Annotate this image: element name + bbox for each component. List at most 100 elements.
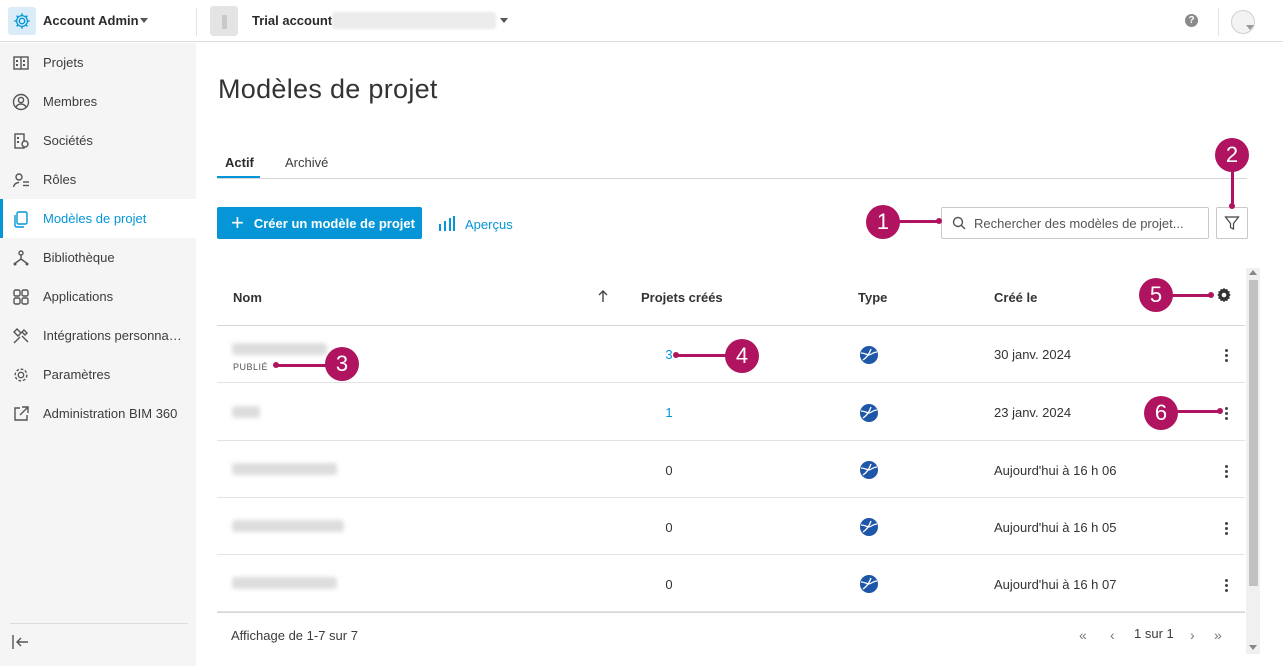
sidebar-item-label: Applications xyxy=(43,289,114,304)
plus-icon: + xyxy=(231,210,244,235)
apps-grid-icon xyxy=(11,287,31,307)
sidebar-item-label: Membres xyxy=(43,94,98,109)
tab-archive[interactable]: Archivé xyxy=(285,155,328,170)
person-circle-icon xyxy=(11,92,31,112)
row-menu-icon[interactable] xyxy=(1216,345,1236,365)
chevron-down-icon[interactable] xyxy=(140,18,148,23)
sidebar-item-bibliotheque[interactable]: Bibliothèque xyxy=(0,238,196,277)
top-bar: Account Admin Trial account ? xyxy=(0,0,1283,42)
column-header-projets-crees[interactable]: Projets créés xyxy=(641,290,723,305)
template-name-redacted[interactable] xyxy=(232,463,337,475)
template-name-redacted[interactable] xyxy=(232,520,344,532)
sidebar-item-societes[interactable]: Sociétés xyxy=(0,121,196,160)
sidebar-item-label: Intégrations personna… xyxy=(43,328,182,343)
table-row[interactable]: 1 23 janv. 2024 xyxy=(217,384,1245,441)
insights-label: Aperçus xyxy=(465,216,513,232)
callout-6: 6 xyxy=(1144,396,1178,430)
help-icon[interactable]: ? xyxy=(1185,14,1198,27)
first-page-icon[interactable]: « xyxy=(1079,627,1087,643)
sidebar-item-membres[interactable]: Membres xyxy=(0,82,196,121)
sidebar-item-projets[interactable]: Projets xyxy=(0,43,196,82)
scrollbar-thumb[interactable] xyxy=(1249,280,1258,586)
company-icon xyxy=(11,131,31,151)
globe-type-icon xyxy=(860,404,878,422)
insights-button[interactable]: Aperçus xyxy=(438,212,513,236)
table-row[interactable]: 0 Aujourd'hui à 16 h 05 xyxy=(217,498,1245,555)
callout-connector xyxy=(276,364,328,367)
sidebar-item-integrations[interactable]: Intégrations personna… xyxy=(0,316,196,355)
callout-connector xyxy=(1231,168,1234,206)
sort-ascending-icon[interactable] xyxy=(597,289,609,306)
create-template-label: Créer un modèle de projet xyxy=(253,215,415,231)
collapse-sidebar-icon[interactable] xyxy=(11,633,31,654)
row-menu-icon[interactable] xyxy=(1216,575,1236,595)
search-input[interactable] xyxy=(974,215,1194,231)
projects-created-count: 0 xyxy=(665,577,673,592)
search-icon xyxy=(952,216,966,230)
table-row[interactable]: 0 Aujourd'hui à 16 h 06 xyxy=(217,441,1245,498)
callout-connector xyxy=(676,354,728,357)
sidebar-item-administration-bim-360[interactable]: Administration BIM 360 xyxy=(0,394,196,433)
sidebar-item-parametres[interactable]: Paramètres xyxy=(0,355,196,394)
integrations-icon xyxy=(11,326,31,346)
scroll-up-icon[interactable] xyxy=(1249,270,1257,275)
globe-type-icon xyxy=(860,346,878,364)
created-date: 30 janv. 2024 xyxy=(994,347,1072,362)
callout-connector xyxy=(1175,410,1221,413)
column-settings-gear-icon[interactable] xyxy=(1216,287,1232,306)
projects-created-count[interactable]: 1 xyxy=(661,405,677,420)
sidebar-item-modeles-de-projet[interactable]: Modèles de projet xyxy=(0,199,196,238)
projects-created-count: 0 xyxy=(665,463,673,478)
callout-dot xyxy=(1217,408,1223,414)
callout-connector xyxy=(1170,294,1212,297)
roles-icon xyxy=(11,170,31,190)
create-template-button[interactable]: + Créer un modèle de projet xyxy=(217,207,422,239)
library-icon xyxy=(11,248,31,268)
next-page-icon[interactable]: › xyxy=(1190,627,1195,643)
callout-dot xyxy=(273,362,279,368)
template-name-redacted[interactable] xyxy=(232,406,260,418)
app-title[interactable]: Account Admin xyxy=(43,13,139,28)
last-page-icon[interactable]: » xyxy=(1214,627,1222,643)
template-name-redacted[interactable] xyxy=(232,343,327,355)
page-indicator: 1 sur 1 xyxy=(1134,626,1174,641)
created-date: 23 janv. 2024 xyxy=(994,405,1072,420)
divider xyxy=(1218,8,1219,36)
account-email-redacted xyxy=(332,12,496,29)
row-menu-icon[interactable] xyxy=(1216,518,1236,538)
column-header-cree-le[interactable]: Créé le xyxy=(994,290,1037,305)
chevron-down-icon[interactable] xyxy=(1246,25,1254,30)
tabs: Actif Archivé xyxy=(217,150,1247,179)
callout-dot xyxy=(936,218,942,224)
active-tab-indicator xyxy=(217,176,260,178)
filter-button[interactable] xyxy=(1216,207,1248,239)
search-box[interactable] xyxy=(941,207,1209,239)
account-name[interactable]: Trial account xyxy=(252,13,332,28)
scroll-down-icon[interactable] xyxy=(1249,645,1257,650)
settings-gear-app-icon[interactable] xyxy=(8,7,36,35)
column-header-type[interactable]: Type xyxy=(858,290,887,305)
column-header-nom[interactable]: Nom xyxy=(233,290,262,305)
row-menu-icon[interactable] xyxy=(1216,461,1236,481)
status-badge: PUBLIÉ xyxy=(233,362,269,372)
template-name-redacted[interactable] xyxy=(232,577,337,589)
chevron-down-icon[interactable] xyxy=(500,18,508,23)
gear-icon xyxy=(11,365,31,385)
external-link-icon xyxy=(11,404,31,424)
created-date: Aujourd'hui à 16 h 06 xyxy=(994,463,1117,478)
sidebar-item-roles[interactable]: Rôles xyxy=(0,160,196,199)
sidebar-item-label: Paramètres xyxy=(43,367,111,382)
callout-3: 3 xyxy=(325,347,359,381)
prev-page-icon[interactable]: ‹ xyxy=(1110,627,1115,643)
account-logo xyxy=(210,6,238,36)
filter-icon xyxy=(1224,216,1240,230)
callout-connector xyxy=(897,220,939,223)
sidebar-item-applications[interactable]: Applications xyxy=(0,277,196,316)
table-row[interactable]: 0 Aujourd'hui à 16 h 07 xyxy=(217,555,1245,612)
tab-actif[interactable]: Actif xyxy=(225,155,254,170)
table-header: Nom Projets créés Type Créé le xyxy=(217,268,1245,326)
divider xyxy=(10,623,188,624)
sidebar-item-label: Administration BIM 360 xyxy=(43,406,178,421)
sidebar-item-label: Rôles xyxy=(43,172,77,187)
avatar[interactable] xyxy=(1231,10,1255,34)
